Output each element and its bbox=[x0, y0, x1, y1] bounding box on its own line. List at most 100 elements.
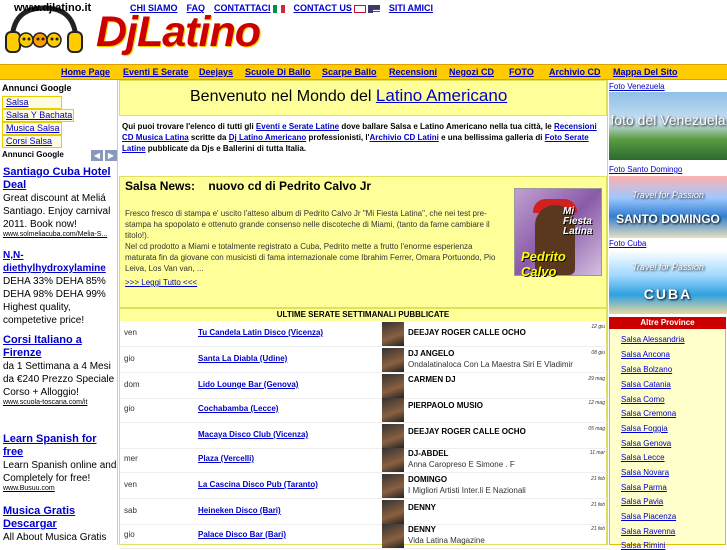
contattaci-link[interactable]: CONTATTACI bbox=[214, 3, 285, 13]
dj-photo[interactable] bbox=[382, 398, 404, 422]
ad-url[interactable]: www.solmeliacuba.com/Melia-S... bbox=[3, 231, 117, 238]
event-date: 12 giu bbox=[591, 324, 605, 330]
event-venue-link[interactable]: Tu Candela Latin Disco (Vicenza) bbox=[198, 328, 323, 337]
news-paragraph: Nel cd prodotto a Miami e totalmente reg… bbox=[125, 242, 496, 273]
province-link[interactable]: Salsa Rimini bbox=[621, 541, 665, 550]
province-link[interactable]: Salsa Piacenza bbox=[621, 512, 676, 521]
ad-arrows: ◀ ▶ bbox=[91, 150, 117, 161]
ad-url[interactable]: www.Busuu.com bbox=[3, 485, 117, 492]
nav-recensioni[interactable]: Recensioni bbox=[389, 67, 437, 77]
latino-americano-link[interactable]: Latino Americano bbox=[376, 86, 507, 105]
foto-venezuela-link[interactable]: Foto Venezuela bbox=[609, 82, 665, 91]
event-dj: CARMEN DJ bbox=[408, 375, 456, 384]
event-date: 12 mag bbox=[588, 400, 605, 406]
ad-title[interactable]: Santiago Cuba Hotel Deal bbox=[3, 166, 117, 192]
faq-link[interactable]: FAQ bbox=[187, 3, 206, 13]
intro-text-part: pubblicate da Djs e Ballerini di tutta I… bbox=[147, 144, 307, 153]
travel-tag: Travel for Passion bbox=[632, 262, 704, 272]
nav-deejays[interactable]: Deejays bbox=[199, 67, 233, 77]
news-body: Fresco fresco di stampa e' uscito l'atte… bbox=[125, 208, 497, 274]
santo-domingo-photo[interactable]: Travel for Passion SANTO DOMINGO bbox=[609, 176, 727, 238]
dj-photo[interactable] bbox=[382, 424, 404, 448]
dj-photo[interactable] bbox=[382, 322, 404, 346]
venezuela-photo[interactable]: foto del Venezuela bbox=[609, 92, 727, 160]
province-link[interactable]: Salsa Ravenna bbox=[621, 527, 675, 536]
nav-scarpe-ballo[interactable]: Scarpe Ballo bbox=[322, 67, 377, 77]
nav-eventi-e-serate[interactable]: Eventi E Serate bbox=[123, 67, 189, 77]
siti-amici-link[interactable]: SITI AMICI bbox=[389, 3, 433, 13]
province-link[interactable]: Salsa Pavia bbox=[621, 497, 663, 506]
province-link[interactable]: Salsa Como bbox=[621, 395, 665, 404]
ad-title[interactable]: Musica Gratis Descargar bbox=[3, 505, 117, 531]
main-nav: Home Page Eventi E Serate Deejays Scuole… bbox=[0, 64, 727, 80]
event-day: gio bbox=[124, 404, 135, 413]
eventi-serate-link[interactable]: Eventi e Serate Latine bbox=[256, 122, 339, 131]
event-venue-link[interactable]: Cochabamba (Lecce) bbox=[198, 404, 278, 413]
brand-logo-text[interactable]: DjLatino bbox=[96, 8, 261, 56]
left-link-corsi-salsa[interactable]: Corsi Salsa bbox=[2, 135, 62, 148]
left-link-salsa-y-bachata[interactable]: Salsa Y Bachata bbox=[2, 109, 74, 122]
read-more-link[interactable]: >>> Leggi Tutto <<< bbox=[125, 278, 197, 287]
ad-title[interactable]: Learn Spanish for free bbox=[3, 433, 117, 459]
left-link-musica-salsa[interactable]: Musica Salsa bbox=[2, 122, 62, 135]
nav-mappa-del-sito[interactable]: Mappa Del Sito bbox=[613, 67, 678, 77]
site-url: www.djlatino.it bbox=[14, 2, 92, 14]
archivio-cd-link[interactable]: Archivio CD Latini bbox=[370, 133, 439, 142]
chi-siamo-link[interactable]: CHI SIAMO bbox=[130, 3, 178, 13]
cd-artist: Pedrito Calvo bbox=[521, 249, 566, 279]
event-venue-link[interactable]: Heineken Disco (Bari) bbox=[198, 506, 281, 515]
event-day: ven bbox=[124, 328, 137, 337]
province-link[interactable]: Salsa Genova bbox=[621, 439, 671, 448]
cuba-photo[interactable]: Travel for Passion CUBA bbox=[609, 250, 727, 314]
province-link[interactable]: Salsa Alessandria bbox=[621, 335, 685, 344]
nav-home-page[interactable]: Home Page bbox=[61, 67, 110, 77]
province-link[interactable]: Salsa Foggia bbox=[621, 424, 668, 433]
prev-arrow-icon[interactable]: ◀ bbox=[91, 150, 103, 161]
dj-latino-link[interactable]: Dj Latino Americano bbox=[229, 133, 307, 142]
event-subtitle: Ondalatinaloca Con La Maestra Siri E Vla… bbox=[408, 360, 573, 369]
contact-us-link[interactable]: CONTACT US bbox=[294, 3, 380, 13]
event-day: ven bbox=[124, 480, 137, 489]
dj-photo[interactable] bbox=[382, 348, 404, 372]
event-venue-link[interactable]: Plaza (Vercelli) bbox=[198, 454, 254, 463]
event-venue-link[interactable]: Santa La Diabla (Udine) bbox=[198, 354, 287, 363]
ad-title[interactable]: N,N-diethylhydroxylamine bbox=[3, 249, 117, 275]
nav-scuole-di-ballo[interactable]: Scuole Di Ballo bbox=[245, 67, 311, 77]
nav-foto[interactable]: FOTO bbox=[509, 67, 534, 77]
ad-desc: Great discount at Meliá Santiago. Enjoy … bbox=[3, 193, 111, 230]
intro-text: Qui puoi trovare l'elenco di tutti gli E… bbox=[122, 121, 604, 154]
dj-photo[interactable] bbox=[382, 448, 404, 472]
photo-caption: CUBA bbox=[643, 286, 693, 302]
ad-url[interactable]: www.scuola-toscana.com/it bbox=[3, 399, 117, 406]
nav-archivio-cd[interactable]: Archivio CD bbox=[549, 67, 601, 77]
left-link-salsa[interactable]: Salsa bbox=[2, 96, 62, 109]
province-link[interactable]: Salsa Ancona bbox=[621, 350, 670, 359]
intro-text-part: professionisti, l' bbox=[308, 133, 370, 142]
cd-cover-image[interactable]: Mi Fiesta Latina Pedrito Calvo bbox=[514, 188, 602, 279]
event-venue-link[interactable]: La Cascina Disco Pub (Taranto) bbox=[198, 480, 318, 489]
annunci-google-title[interactable]: Annunci Google bbox=[2, 83, 72, 93]
event-row: gio Palace Disco Bar (Bari) DENNY Vida L… bbox=[120, 523, 607, 549]
province-link[interactable]: Salsa Cremona bbox=[621, 409, 676, 418]
province-link[interactable]: Salsa Novara bbox=[621, 468, 669, 477]
foto-santo-domingo-link[interactable]: Foto Santo Domingo bbox=[609, 165, 682, 174]
event-venue-link[interactable]: Lido Lounge Bar (Genova) bbox=[198, 380, 298, 389]
event-venue-link[interactable]: Macaya Disco Club (Vicenza) bbox=[198, 430, 308, 439]
event-dj: DENNY bbox=[408, 503, 437, 512]
dj-photo[interactable] bbox=[382, 474, 404, 498]
dj-photo[interactable] bbox=[382, 374, 404, 398]
province-link[interactable]: Salsa Bolzano bbox=[621, 365, 672, 374]
foto-cuba-link[interactable]: Foto Cuba bbox=[609, 239, 646, 248]
nav-negozi-cd[interactable]: Negozi CD bbox=[449, 67, 494, 77]
province-link[interactable]: Salsa Parma bbox=[621, 483, 667, 492]
next-arrow-icon[interactable]: ▶ bbox=[105, 150, 117, 161]
dj-photo[interactable] bbox=[382, 500, 404, 524]
event-date: 05 mag bbox=[588, 426, 605, 432]
ad-desc: All About Musica Gratis bbox=[3, 532, 107, 543]
dj-photo[interactable] bbox=[382, 524, 404, 548]
province-link[interactable]: Salsa Catania bbox=[621, 380, 671, 389]
province-link[interactable]: Salsa Lecce bbox=[621, 453, 665, 462]
annunci-google-label[interactable]: Annunci Google bbox=[2, 150, 64, 159]
event-venue-link[interactable]: Palace Disco Bar (Bari) bbox=[198, 530, 286, 539]
ad-title[interactable]: Corsi Italiano a Firenze bbox=[3, 334, 117, 360]
